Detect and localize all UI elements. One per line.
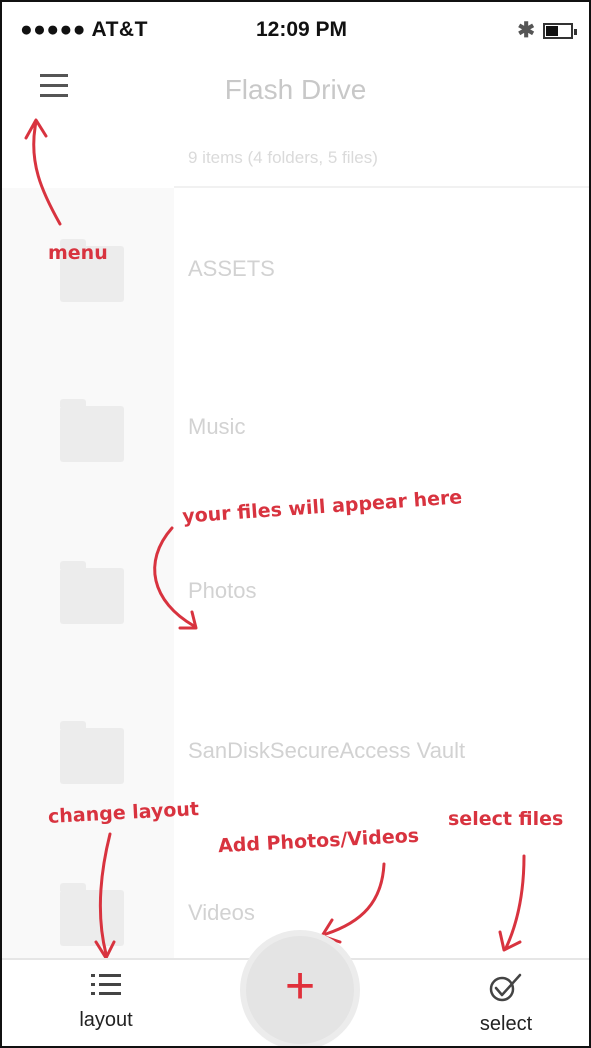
layout-label: layout	[79, 1009, 133, 1031]
list-layout-icon	[91, 974, 121, 995]
files-annotation: your files will appear here	[181, 486, 463, 528]
plus-icon: +	[284, 957, 316, 1015]
status-bar: ●●●●● AT&T 12:09 PM ✱	[2, 2, 589, 58]
page-title: Flash Drive	[224, 74, 367, 105]
battery-icon	[543, 22, 577, 39]
bluetooth-icon: ✱	[517, 19, 535, 42]
status-icons: ✱	[517, 18, 577, 43]
menu-annotation: menu	[48, 242, 108, 264]
layout-button[interactable]: layout	[46, 972, 166, 1032]
select-annotation: select files	[448, 808, 564, 830]
list-item-label: Photos	[188, 578, 257, 603]
folder-icon	[60, 721, 124, 784]
list-item-label: SanDiskSecureAccess Vault	[188, 738, 466, 763]
summary-row: 9 items (4 folders, 5 files)	[174, 126, 589, 188]
folder-icon	[60, 561, 124, 624]
item-count-summary: 9 items (4 folders, 5 files)	[188, 148, 378, 167]
folder-icon	[60, 399, 124, 462]
list-item-label: Videos	[188, 900, 255, 925]
select-check-icon	[489, 973, 522, 1002]
app-screen: ●●●●● AT&T 12:09 PM ✱ Flash Drive 9 item…	[0, 0, 591, 1048]
list-item-photos[interactable]: Photos	[2, 546, 589, 636]
add-annotation: Add Photos/Videos	[217, 824, 420, 858]
folder-icon	[60, 883, 124, 946]
select-button[interactable]: select	[446, 972, 566, 1036]
list-item-vault[interactable]: SanDiskSecureAccess Vault	[2, 706, 589, 796]
select-label: select	[479, 1013, 533, 1035]
navigation-bar: Flash Drive	[2, 58, 589, 126]
clock: 12:09 PM	[256, 18, 348, 41]
list-item-music[interactable]: Music	[2, 384, 589, 474]
list-item-assets[interactable]: ASSETS	[2, 224, 589, 314]
list-item-label: Music	[188, 414, 246, 439]
add-media-button[interactable]: +	[246, 936, 354, 1044]
carrier-label: ●●●●● AT&T	[20, 18, 148, 41]
list-item-label: ASSETS	[188, 256, 275, 281]
